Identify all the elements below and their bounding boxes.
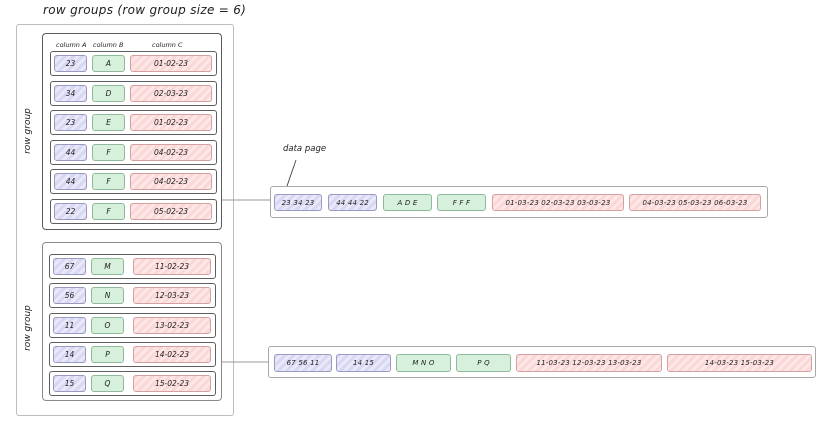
cell-column-b: O [91,316,124,334]
row-group-2-label: row group [23,305,33,351]
cell-column-c: 12-03-23 [133,287,211,305]
cell-column-c: 04-02-23 [130,173,212,190]
column-b-header: column B [93,41,124,49]
page-1-segment: 01-03-23 02-03-23 03-03-23 [492,194,624,211]
cell-column-a: 67 [53,258,86,275]
page-1-segment: 44 44 22 [328,194,377,211]
cell-column-b: P [91,345,124,363]
cell-column-b: A [92,55,125,72]
cell-column-b: D [92,84,125,102]
page-2-segment: M N O [396,354,451,372]
page-1-segment: 23 34 23 [274,194,322,211]
cell-column-a: 23 [54,114,87,131]
cell-column-a: 56 [53,287,86,305]
cell-column-b: N [91,287,124,305]
page-2-segment: 14 15 [336,354,391,372]
cell-column-c: 01-02-23 [130,55,212,72]
cell-column-a: 14 [53,345,86,363]
page-2-segment: 11-03-23 12-03-23 13-03-23 [516,354,662,372]
cell-column-b: F [92,143,125,161]
column-a-header: column A [56,41,87,49]
cell-column-c: 05-02-23 [130,202,212,220]
page-1-segment: A D E [383,194,432,211]
cell-column-a: 44 [54,143,87,161]
cell-column-b: E [92,114,125,131]
data-page-label: data page [283,144,327,154]
cell-column-b: Q [91,375,124,393]
diagram-title: row groups (row group size = 6) [43,3,247,17]
row-group-1-label: row group [23,108,33,154]
cell-column-b: M [91,258,124,275]
cell-column-a: 23 [54,55,87,72]
cell-column-b: F [92,173,125,190]
cell-column-c: 14-02-23 [133,345,211,363]
cell-column-b: F [92,202,125,220]
cell-column-a: 11 [53,316,86,334]
page-2-segment: 67 56 11 [274,354,332,372]
cell-column-c: 11-02-23 [133,258,211,275]
column-c-header: column C [152,41,183,49]
cell-column-a: 44 [54,173,87,190]
cell-column-c: 02-03-23 [130,84,212,102]
cell-column-c: 15-02-23 [133,375,211,393]
page-2-segment: 14-03-23 15-03-23 [667,354,812,372]
page-1-segment: 04-03-23 05-03-23 06-03-23 [629,194,761,211]
cell-column-a: 15 [53,375,86,393]
page-2-segment: P Q [456,354,511,372]
cell-column-c: 13-02-23 [133,316,211,334]
page-1-segment: F F F [437,194,486,211]
cell-column-c: 04-02-23 [130,143,212,161]
cell-column-a: 22 [54,202,87,220]
cell-column-c: 01-02-23 [130,114,212,131]
cell-column-a: 34 [54,84,87,102]
